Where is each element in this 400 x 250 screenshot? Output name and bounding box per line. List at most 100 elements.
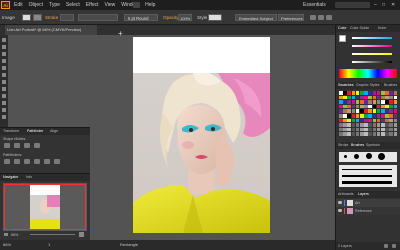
page-number[interactable]: 1 bbox=[48, 240, 50, 250]
color-swatch[interactable] bbox=[351, 91, 356, 95]
color-swatch[interactable] bbox=[385, 114, 389, 118]
zoom-slider[interactable] bbox=[30, 234, 75, 235]
color-swatch[interactable] bbox=[343, 114, 347, 118]
view-box[interactable] bbox=[4, 184, 86, 230]
color-swatch[interactable] bbox=[372, 123, 377, 127]
tab-layers[interactable]: Layers bbox=[358, 191, 369, 197]
color-swatch[interactable] bbox=[339, 127, 343, 132]
color-swatch[interactable] bbox=[364, 114, 368, 118]
minimize-icon[interactable]: – bbox=[374, 2, 377, 8]
color-swatch[interactable] bbox=[389, 114, 393, 118]
color-swatch[interactable] bbox=[368, 95, 372, 100]
color-swatch[interactable] bbox=[360, 109, 364, 113]
maximize-icon[interactable]: □ bbox=[382, 2, 385, 8]
eye-icon[interactable] bbox=[338, 209, 342, 212]
navigator-zoom[interactable]: 66% bbox=[11, 232, 18, 238]
color-swatch[interactable] bbox=[385, 95, 389, 100]
color-swatch[interactable] bbox=[372, 95, 377, 100]
pen-tool-icon[interactable] bbox=[2, 52, 6, 56]
color-swatch[interactable] bbox=[360, 123, 364, 127]
menu-effect[interactable]: Effect bbox=[86, 0, 99, 10]
color-swatch[interactable] bbox=[364, 123, 368, 127]
color-swatch[interactable] bbox=[385, 118, 389, 123]
scale-tool-icon[interactable] bbox=[2, 101, 6, 105]
color-swatch[interactable] bbox=[351, 104, 356, 109]
color-swatch[interactable] bbox=[343, 127, 347, 132]
color-swatch[interactable] bbox=[372, 132, 377, 136]
color-swatch[interactable] bbox=[355, 91, 360, 95]
zoom-tool-icon[interactable] bbox=[2, 115, 6, 119]
tab-transform[interactable]: Transform bbox=[3, 128, 19, 134]
tab-navigator[interactable]: Navigator bbox=[3, 174, 18, 180]
color-swatch[interactable] bbox=[385, 109, 389, 113]
new-layer-icon[interactable] bbox=[384, 244, 388, 248]
color-swatch[interactable] bbox=[360, 104, 364, 109]
tab-pathfinder[interactable]: Pathfinder bbox=[27, 128, 43, 134]
transform-icon[interactable] bbox=[318, 15, 324, 20]
color-swatch[interactable] bbox=[376, 118, 381, 123]
tab-color[interactable]: Color bbox=[338, 25, 347, 31]
color-swatch[interactable] bbox=[364, 95, 368, 100]
menu-view[interactable]: View bbox=[105, 0, 116, 10]
style-dropdown[interactable] bbox=[208, 14, 222, 21]
rectangle-tool-icon[interactable] bbox=[2, 73, 6, 77]
color-swatch[interactable] bbox=[393, 109, 398, 113]
crop-icon[interactable] bbox=[34, 159, 40, 164]
opacity-field[interactable]: 100% bbox=[178, 14, 192, 21]
k-slider[interactable] bbox=[352, 61, 392, 63]
color-swatch[interactable] bbox=[368, 127, 372, 132]
color-swatch[interactable] bbox=[364, 118, 368, 123]
color-swatch[interactable] bbox=[389, 109, 393, 113]
menu-type[interactable]: Type bbox=[49, 0, 60, 10]
brush-dropdown[interactable]: 5 pt Round bbox=[124, 14, 158, 21]
color-swatch[interactable] bbox=[381, 123, 385, 127]
menu-help[interactable]: Help bbox=[145, 0, 155, 10]
direct-selection-tool-icon[interactable] bbox=[2, 45, 6, 49]
menu-edit[interactable]: Edit bbox=[14, 0, 23, 10]
workspace-switcher[interactable]: Essentials bbox=[303, 0, 326, 10]
color-swatch[interactable] bbox=[347, 123, 351, 127]
minus-front-icon[interactable] bbox=[14, 143, 20, 148]
color-swatch[interactable] bbox=[355, 118, 360, 123]
c-slider[interactable] bbox=[352, 37, 392, 39]
fill-color-swatch[interactable] bbox=[339, 35, 346, 42]
exclude-icon[interactable] bbox=[34, 143, 40, 148]
layer-row-art[interactable]: Art bbox=[336, 199, 400, 207]
color-swatch[interactable] bbox=[381, 132, 385, 136]
stroke-label[interactable]: Stroke bbox=[45, 14, 58, 21]
navigator-preview[interactable] bbox=[3, 183, 87, 231]
eye-icon[interactable] bbox=[338, 201, 342, 204]
color-swatch[interactable] bbox=[368, 114, 372, 118]
color-swatch[interactable] bbox=[389, 100, 393, 104]
color-swatch[interactable] bbox=[339, 123, 343, 127]
color-swatch[interactable] bbox=[360, 118, 364, 123]
color-swatch[interactable] bbox=[360, 132, 364, 136]
selection-tool-icon[interactable] bbox=[2, 38, 6, 42]
align-icon[interactable] bbox=[310, 15, 316, 20]
color-swatch[interactable] bbox=[351, 114, 356, 118]
line-tool-icon[interactable] bbox=[2, 66, 6, 70]
minus-back-icon[interactable] bbox=[54, 159, 60, 164]
color-swatch[interactable] bbox=[389, 91, 393, 95]
color-swatch[interactable] bbox=[389, 123, 393, 127]
color-swatch[interactable] bbox=[364, 132, 368, 136]
color-swatch[interactable] bbox=[381, 118, 385, 123]
color-swatch[interactable] bbox=[372, 91, 377, 95]
color-swatch[interactable] bbox=[347, 114, 351, 118]
trim-icon[interactable] bbox=[14, 159, 20, 164]
color-swatch[interactable] bbox=[360, 100, 364, 104]
color-swatch[interactable] bbox=[339, 95, 343, 100]
color-swatch[interactable] bbox=[389, 127, 393, 132]
variable-width-dropdown[interactable] bbox=[78, 14, 118, 21]
color-swatch[interactable] bbox=[372, 118, 377, 123]
zoom-level[interactable]: 66% bbox=[3, 240, 11, 250]
color-swatch[interactable] bbox=[389, 132, 393, 136]
type-tool-icon[interactable] bbox=[2, 59, 6, 63]
color-swatch[interactable] bbox=[368, 100, 372, 104]
color-swatch[interactable] bbox=[355, 127, 360, 132]
tab-artboards[interactable]: Artboards bbox=[338, 191, 354, 197]
color-swatch[interactable] bbox=[343, 104, 347, 109]
color-swatch[interactable] bbox=[368, 91, 372, 95]
color-swatch[interactable] bbox=[376, 100, 381, 104]
y-slider[interactable] bbox=[352, 53, 392, 55]
